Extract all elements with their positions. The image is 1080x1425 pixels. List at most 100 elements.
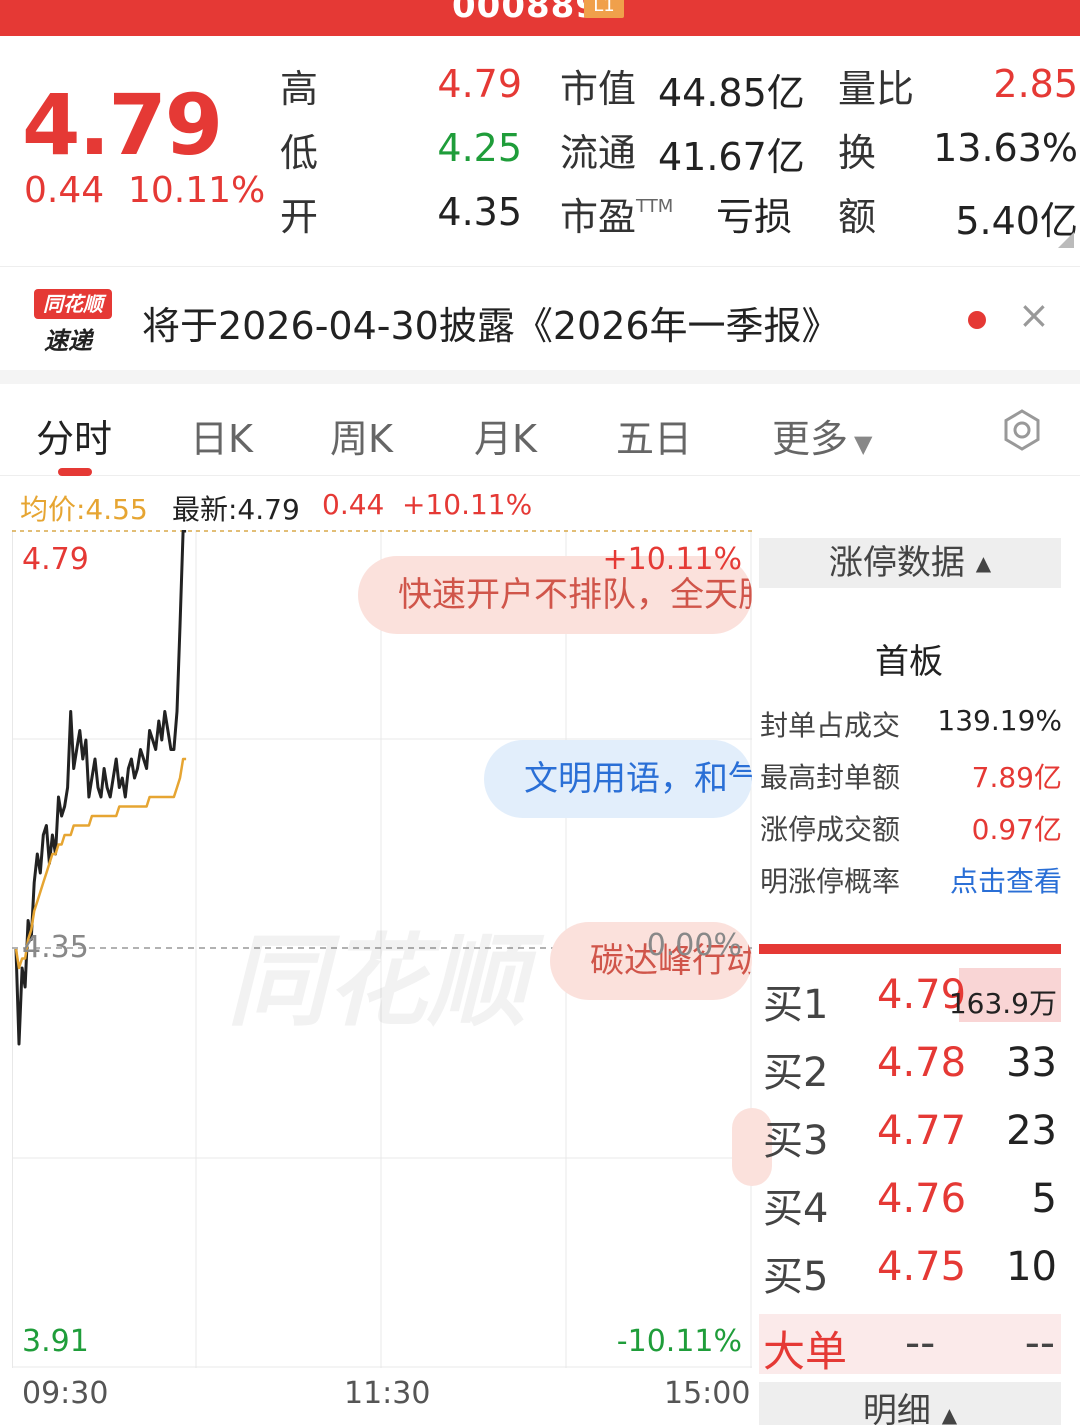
settings-gear-icon[interactable] xyxy=(1000,408,1044,452)
time-start: 09:30 xyxy=(22,1376,109,1411)
board-count: 首板 xyxy=(875,642,943,682)
big-order-sell: -- xyxy=(1024,1318,1055,1367)
time-mid: 11:30 xyxy=(344,1376,431,1411)
time-end: 15:00 xyxy=(664,1376,751,1411)
turnover-value: 13.63% xyxy=(933,126,1078,170)
limit-up-header-label: 涨停数据 xyxy=(828,543,965,583)
stat-label: 封单占成交 xyxy=(760,709,901,742)
pe-value: 亏损 xyxy=(716,195,793,239)
ths-express-logo: 同花顺 速递 xyxy=(34,289,118,355)
stat-value: 7.89亿 xyxy=(971,761,1062,794)
bid-label: 买3 xyxy=(763,1118,829,1164)
tab-weekly-k[interactable]: 周K xyxy=(330,408,393,463)
stat-max-seal: 最高封单额 7.89亿 xyxy=(760,756,1062,796)
dropdown-triangle-icon: ▼ xyxy=(854,430,873,458)
logo-line2: 速递 xyxy=(44,327,92,355)
bid-row-2[interactable]: 买2 4.78 33 xyxy=(759,1036,1061,1096)
y-bottom-pct: -10.11% xyxy=(616,1324,742,1359)
notice-bar[interactable]: 同花顺 速递 将于2026-04-30披露《2026年一季报》 × xyxy=(0,266,1080,370)
bid-volume: 5 xyxy=(1031,1176,1057,1222)
info-change: 0.44 xyxy=(322,488,385,521)
unread-dot-icon xyxy=(968,311,986,329)
bid-volume: 23 xyxy=(1006,1108,1057,1154)
turnover-label: 换 xyxy=(838,131,877,175)
watermark-logo: 同花顺 xyxy=(227,923,527,1040)
stat-label: 明涨停概率 xyxy=(760,865,901,898)
stat-label: 涨停成交额 xyxy=(760,813,901,846)
stat-value: 139.19% xyxy=(937,704,1062,737)
bid-volume: 10 xyxy=(1006,1244,1057,1290)
stat-value: 0.97亿 xyxy=(971,813,1062,846)
bid-price: 4.75 xyxy=(877,1244,967,1290)
stat-next-probability: 明涨停概率 点击查看 xyxy=(760,860,1062,900)
pe-label-text: 市盈 xyxy=(560,195,637,239)
tab-five-day[interactable]: 五日 xyxy=(616,408,692,463)
intraday-chart[interactable]: 同花顺 快速开户不排队，全天服 文明用语，和气 碳达峰行动 4.79 +10.1… xyxy=(12,530,772,1368)
open-value: 4.35 xyxy=(437,190,522,234)
amount-label: 额 xyxy=(838,195,877,239)
limit-up-bar xyxy=(759,944,1061,954)
detail-button[interactable]: 明细 ▲ xyxy=(759,1382,1061,1425)
limit-up-data-header[interactable]: 涨停数据 ▲ xyxy=(759,538,1061,588)
y-bottom-price: 3.91 xyxy=(22,1324,89,1359)
avg-price: 均价:4.55 xyxy=(20,493,148,526)
bid-price: 4.77 xyxy=(877,1108,967,1154)
logo-line1: 同花顺 xyxy=(34,289,112,319)
big-order-row[interactable]: 大单 -- -- xyxy=(759,1314,1061,1376)
current-price: 4.79 xyxy=(22,76,223,174)
level-tag: L1 xyxy=(584,0,624,18)
limit-up-panel: 涨停数据 ▲ 首板 封单占成交 139.19% 最高封单额 7.89亿 涨停成交… xyxy=(755,530,1080,1425)
price-change: 0.44 xyxy=(24,170,105,211)
bid-volume: 33 xyxy=(1006,1040,1057,1086)
float-cap-value: 41.67亿 xyxy=(658,135,805,179)
notice-text[interactable]: 将于2026-04-30披露《2026年一季报》 xyxy=(142,295,840,350)
volume-ratio-value: 2.85 xyxy=(993,62,1078,106)
high-label: 高 xyxy=(280,67,319,111)
expand-corner-icon[interactable] xyxy=(1058,232,1074,248)
chart-tabs: 分时 日K 周K 月K 五日 更多 ▼ xyxy=(0,384,1080,476)
close-icon[interactable]: × xyxy=(1018,293,1050,337)
bubble-notice[interactable]: 文明用语，和气 xyxy=(484,740,752,818)
latest-price: 最新:4.79 xyxy=(172,493,300,526)
y-top-price: 4.79 xyxy=(22,542,89,577)
stock-code: 000889 xyxy=(452,0,600,26)
tab-monthly-k[interactable]: 月K xyxy=(474,408,537,463)
bid-price: 4.76 xyxy=(877,1176,967,1222)
y-mid-pct: 0.00% xyxy=(646,928,742,963)
pe-label: 市盈TTM xyxy=(560,186,673,241)
bid-row-1[interactable]: 买1 4.79 163.9万 xyxy=(759,968,1061,1028)
quote-panel: 4.79 0.44 10.11% 高 4.79 市值 44.85亿 量比 2.8… xyxy=(0,36,1080,266)
volume-ratio-label: 量比 xyxy=(838,67,915,111)
bid-row-5[interactable]: 买5 4.75 10 xyxy=(759,1240,1061,1300)
active-tab-indicator xyxy=(58,468,92,476)
detail-triangle-icon: ▲ xyxy=(941,1403,958,1425)
bid-label: 买5 xyxy=(763,1254,829,1300)
stat-seal-ratio: 封单占成交 139.19% xyxy=(760,704,1062,744)
big-order-buy: -- xyxy=(905,1318,936,1367)
section-divider xyxy=(0,370,1080,384)
low-value: 4.25 xyxy=(437,126,522,170)
time-axis: 09:30 11:30 15:00 xyxy=(0,1368,760,1425)
pe-ttm-sup: TTM xyxy=(636,196,674,217)
info-change-pct: +10.11% xyxy=(402,488,533,521)
market-cap-label: 市值 xyxy=(560,67,637,111)
big-order-label: 大单 xyxy=(763,1327,848,1376)
tab-more-label: 更多 xyxy=(772,417,849,461)
detail-label: 明细 xyxy=(862,1391,931,1425)
tab-daily-k[interactable]: 日K xyxy=(190,408,253,463)
chart-info-bar: 均价:4.55 最新:4.79 0.44 +10.11% xyxy=(0,476,760,530)
view-probability-link[interactable]: 点击查看 xyxy=(950,860,1062,900)
bid-label: 买2 xyxy=(763,1050,829,1096)
open-label: 开 xyxy=(280,195,319,239)
tab-intraday[interactable]: 分时 xyxy=(36,408,112,463)
bid-label: 买4 xyxy=(763,1186,829,1232)
low-label: 低 xyxy=(280,131,319,175)
price-line xyxy=(14,530,187,1046)
y-top-pct: +10.11% xyxy=(602,542,742,577)
bid-row-4[interactable]: 买4 4.76 5 xyxy=(759,1172,1061,1232)
bid-row-3[interactable]: 买3 4.77 23 xyxy=(759,1104,1061,1164)
top-bar: 000889 L1 xyxy=(0,0,1080,36)
float-cap-label: 流通 xyxy=(560,131,637,175)
tab-more[interactable]: 更多 ▼ xyxy=(772,408,872,463)
bid-volume: 163.9万 xyxy=(948,987,1057,1020)
